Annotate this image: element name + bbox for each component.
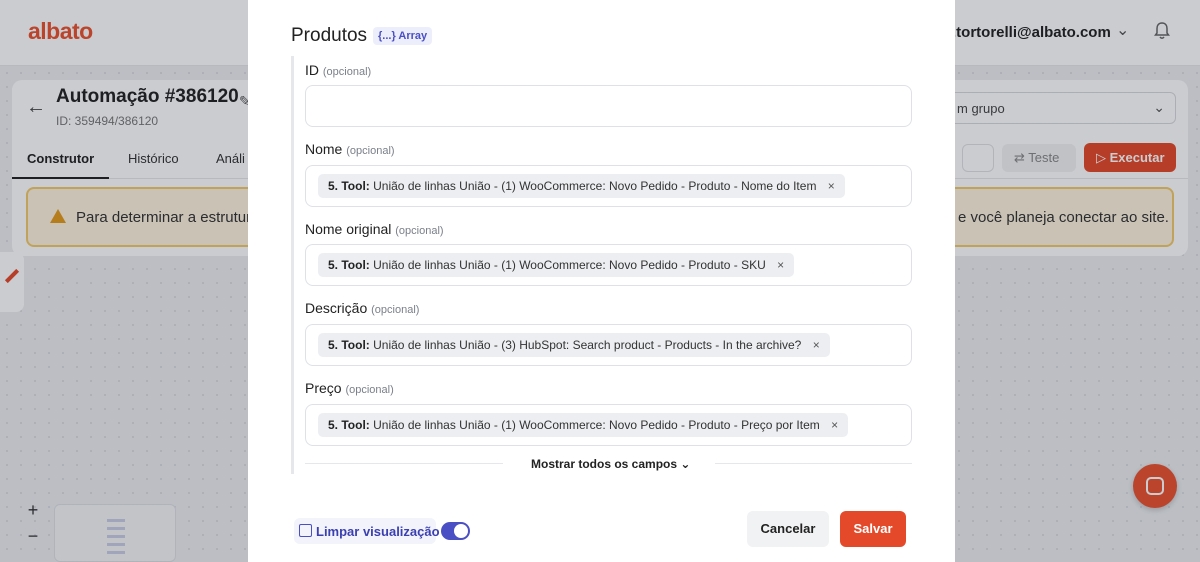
field-label-descricao: Descrição (opcional) bbox=[305, 300, 420, 316]
mapped-value-chip[interactable]: 5. Tool: União de linhas União - (1) Woo… bbox=[318, 253, 795, 277]
field-label-id: ID (opcional) bbox=[305, 62, 372, 78]
preco-input[interactable]: 5. Tool: União de linhas União - (1) Woo… bbox=[305, 404, 912, 446]
remove-chip-icon[interactable]: × bbox=[777, 258, 784, 272]
array-badge: {...} Array bbox=[373, 27, 433, 45]
field-label-nome: Nome (opcional) bbox=[305, 141, 395, 157]
section-title: Produtos bbox=[291, 25, 368, 46]
group-indent-bar bbox=[291, 56, 294, 474]
field-mapping-modal: Produtos {...} Array ID (opcional) Nome … bbox=[248, 0, 955, 562]
save-button[interactable]: Salvar bbox=[840, 511, 906, 547]
clear-preview-label: Limpar visualização bbox=[316, 524, 440, 539]
divider bbox=[715, 463, 912, 464]
clear-preview-label-wrap[interactable]: Limpar visualização bbox=[294, 518, 440, 544]
nome-input[interactable]: 5. Tool: União de linhas União - (1) Woo… bbox=[305, 165, 912, 207]
field-label-preco: Preço (opcional) bbox=[305, 380, 394, 396]
mapped-value-chip[interactable]: 5. Tool: União de linhas União - (1) Woo… bbox=[318, 413, 849, 437]
remove-chip-icon[interactable]: × bbox=[813, 338, 820, 352]
remove-chip-icon[interactable]: × bbox=[828, 179, 835, 193]
clear-preview-icon bbox=[299, 524, 312, 537]
cancel-button[interactable]: Cancelar bbox=[747, 511, 829, 547]
field-label-nome-original: Nome original (opcional) bbox=[305, 221, 444, 237]
toggle-knob bbox=[454, 524, 468, 538]
mapped-value-chip[interactable]: 5. Tool: União de linhas União - (1) Woo… bbox=[318, 174, 845, 198]
id-input[interactable] bbox=[305, 85, 912, 127]
descricao-input[interactable]: 5. Tool: União de linhas União - (3) Hub… bbox=[305, 324, 912, 366]
chevron-down-icon: ⌄ bbox=[680, 457, 691, 471]
show-all-fields-button[interactable]: Mostrar todos os campos ⌄ bbox=[531, 457, 690, 471]
clear-preview-toggle[interactable] bbox=[441, 522, 470, 540]
mapped-value-chip[interactable]: 5. Tool: União de linhas União - (3) Hub… bbox=[318, 333, 830, 357]
divider bbox=[305, 463, 503, 464]
nome-original-input[interactable]: 5. Tool: União de linhas União - (1) Woo… bbox=[305, 244, 912, 286]
remove-chip-icon[interactable]: × bbox=[831, 418, 838, 432]
